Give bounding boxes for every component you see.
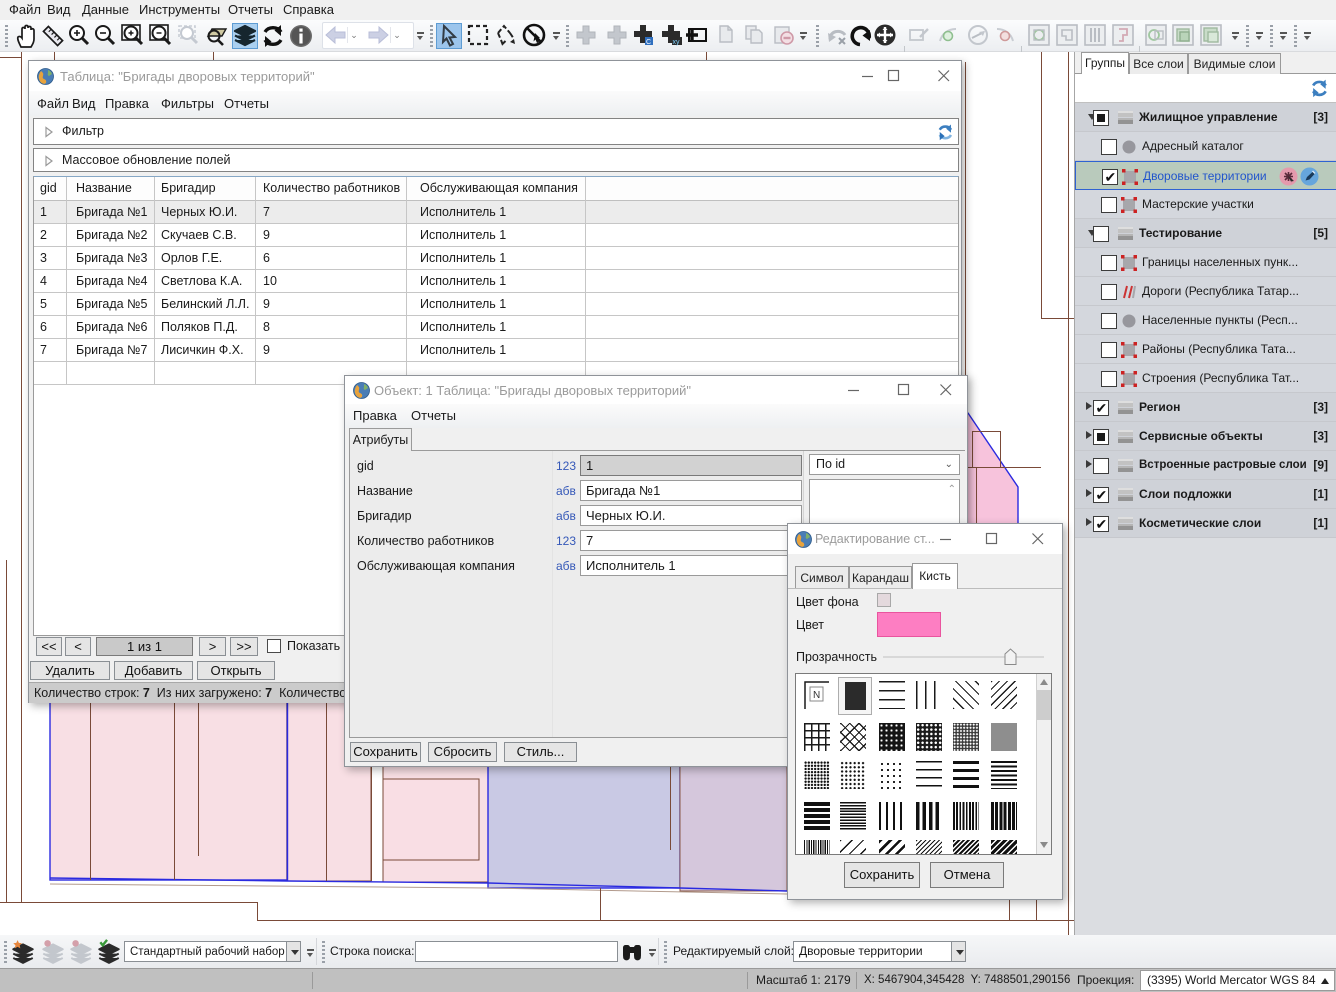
svg-text:N: N — [813, 690, 820, 701]
svg-text:C: C — [646, 39, 651, 46]
svg-text:xy: xy — [673, 39, 681, 46]
